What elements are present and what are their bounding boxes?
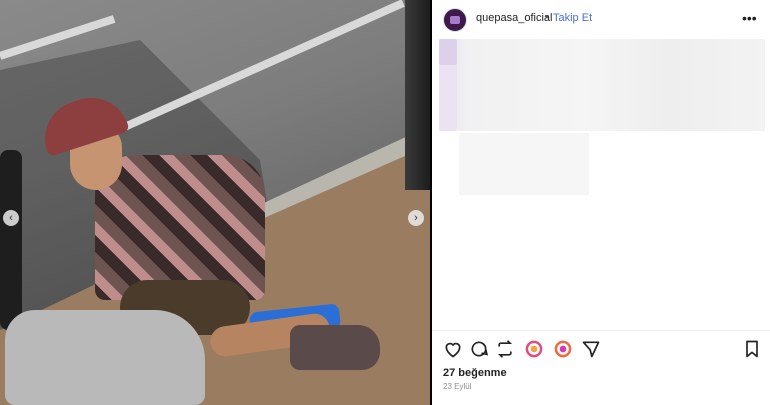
shoe (290, 325, 380, 370)
likes-count[interactable]: 27 beğenme (443, 367, 507, 379)
heart-icon[interactable] (443, 339, 463, 359)
carousel-next-button[interactable]: › (408, 210, 424, 226)
more-options-icon[interactable]: ••• (742, 10, 757, 26)
share-icon[interactable] (581, 339, 601, 359)
separator-dot: • (545, 12, 549, 23)
blurred-caption-block (439, 65, 457, 131)
bookmark-icon[interactable] (742, 339, 762, 359)
divider (432, 330, 770, 331)
blurred-caption-block (439, 39, 457, 65)
post-header: quepasa_oficial • Takip Et ••• (432, 0, 770, 38)
follow-button[interactable]: Takip Et (553, 12, 592, 24)
white-bag (5, 310, 205, 405)
avatar[interactable] (443, 8, 467, 32)
blurred-caption (439, 39, 765, 131)
sticker-icon[interactable] (524, 339, 544, 359)
tree-trunk (405, 0, 430, 190)
username[interactable]: quepasa_oficial (476, 12, 552, 24)
black-bag (0, 150, 22, 330)
carousel-prev-button[interactable]: ‹ (3, 210, 19, 226)
repost-icon[interactable] (495, 339, 515, 359)
post-photo: ‹ › (0, 0, 430, 405)
sticker-alt-icon[interactable] (553, 339, 573, 359)
post-date: 23 Eylül (443, 382, 472, 391)
shirt (95, 155, 265, 300)
blurred-caption-block (459, 133, 589, 195)
comment-icon[interactable] (469, 339, 489, 359)
post-panel: quepasa_oficial • Takip Et ••• 27 beğenm… (432, 0, 770, 405)
